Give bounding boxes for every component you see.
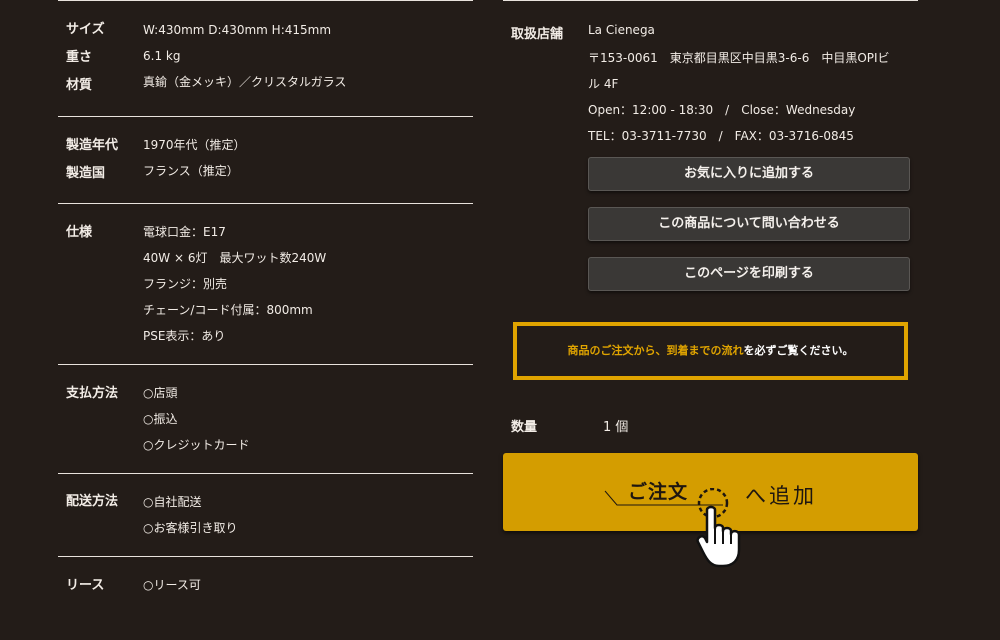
order-label: ご注文 <box>628 481 689 503</box>
material-value: 真鍮（金メッキ）／クリスタルガラス <box>143 75 347 89</box>
shop-hours: Open：12:00 - 18:30 / Close：Wednesday <box>588 103 856 117</box>
payment-option: ○店頭 <box>143 386 178 400</box>
order-sub-label: へ追加 <box>745 484 817 508</box>
era-value: 1970年代（推定） <box>143 138 246 152</box>
weight-label: 重さ <box>66 50 93 65</box>
country-label: 製造国 <box>66 166 106 181</box>
hand-pointer-icon <box>696 488 741 568</box>
payment-option: ○クレジットカード <box>143 438 250 452</box>
size-label: サイズ <box>66 22 105 37</box>
delivery-option: ○自社配送 <box>143 495 202 509</box>
shop-address: 〒153-0061 東京都目黒区中目黒3-6-6 中目黒OPIビ <box>588 51 890 65</box>
weight-value: 6.1 kg <box>143 49 181 63</box>
delivery-label: 配送方法 <box>66 494 119 509</box>
specs-line: フランジ：別売 <box>143 277 228 291</box>
lease-option: ○リース可 <box>143 578 201 592</box>
shop-panel: 取扱店舗 La Cienega 〒153-0061 東京都目黒区中目黒3-6-6… <box>503 0 918 640</box>
lease-label: リース <box>66 578 105 593</box>
divider <box>58 203 473 204</box>
shop-name: La Cienega <box>588 23 655 37</box>
quantity-label: 数量 <box>511 420 538 435</box>
order-flow-notice: 商品のご注文から、到着までの流れを必ずご覧ください。 <box>513 322 908 380</box>
notice-text: を必ずご覧ください。 <box>743 344 854 357</box>
specs-label: 仕様 <box>66 225 93 240</box>
shop-label: 取扱店舗 <box>511 27 564 42</box>
order-flow-link[interactable]: 商品のご注文から、到着までの流れ <box>568 344 744 357</box>
top-divider-left <box>58 0 473 1</box>
shop-contact: TEL：03-3711-7730 / FAX：03-3716-0845 <box>588 129 854 143</box>
specs-line: PSE表示：あり <box>143 329 226 343</box>
divider <box>58 556 473 557</box>
specs-line: チェーン/コード付属：800mm <box>143 303 313 317</box>
divider <box>58 364 473 365</box>
print-page-button[interactable]: このページを印刷する <box>588 257 910 291</box>
inquire-button[interactable]: この商品について問い合わせる <box>588 207 910 241</box>
material-label: 材質 <box>66 78 93 93</box>
country-value: フランス（推定） <box>143 164 239 178</box>
specs-line: 電球口金：E17 <box>143 225 226 239</box>
specs-line: 40W × 6灯 最大ワット数240W <box>143 251 327 265</box>
size-value: W:430mm D:430mm H:415mm <box>143 23 332 37</box>
payment-label: 支払方法 <box>66 386 119 401</box>
shop-address-cont: ル 4F <box>588 77 619 91</box>
divider <box>58 473 473 474</box>
payment-option: ○振込 <box>143 412 178 426</box>
add-favorite-button[interactable]: お気に入りに追加する <box>588 157 910 191</box>
add-to-order-button[interactable]: ご注文 へ追加 <box>503 453 918 568</box>
era-label: 製造年代 <box>66 138 119 153</box>
divider <box>58 116 473 117</box>
quantity-value: 1 個 <box>603 420 629 435</box>
delivery-option: ○お客様引き取り <box>143 521 238 535</box>
